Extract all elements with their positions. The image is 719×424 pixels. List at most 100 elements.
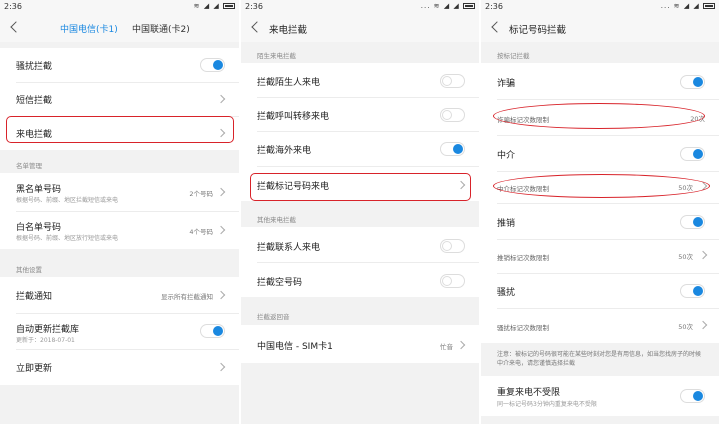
auto-update-toggle[interactable] bbox=[200, 324, 225, 338]
chevron-right-icon bbox=[217, 291, 225, 299]
block-stranger-row[interactable]: 拦截陌生人来电 bbox=[241, 63, 479, 97]
signal-icons: ≋ ◢ ◢ bbox=[193, 2, 220, 10]
section-header-other: 其他设置 bbox=[16, 266, 42, 274]
status-bar: 2:36 ... ≋ ◢ ◢ bbox=[481, 0, 719, 14]
sim-tone-label: 中国电信 - SIM卡1 bbox=[257, 342, 333, 352]
block-contacts-row[interactable]: 拦截联系人来电 bbox=[241, 227, 479, 262]
panel-call-block: 2:36 ... ≋ ◢ ◢ 来电拦截 陌生来电拦截 拦截陌生人来电 拦截呼叫转… bbox=[241, 0, 479, 424]
panel-marked-number-block: 2:36 ... ≋ ◢ ◢ 标记号码拦截 按标记拦截 诈骗 诈骗标记次数限制 … bbox=[481, 0, 719, 424]
auto-update-date: 更新于：2018-07-01 bbox=[16, 337, 75, 344]
repeat-call-toggle[interactable] bbox=[680, 389, 705, 403]
harass-block-label: 骚扰拦截 bbox=[16, 62, 53, 72]
highlight-ellipse bbox=[493, 174, 710, 198]
status-bar: 2:36 ≋ ◢ ◢ bbox=[0, 0, 239, 14]
block-empty-toggle[interactable] bbox=[440, 274, 465, 288]
page-title: 来电拦截 bbox=[269, 25, 308, 36]
whitelist-desc: 根据号码、前缀、地区放行短信或来电 bbox=[16, 235, 119, 242]
highlight-box bbox=[250, 173, 471, 201]
auto-update-row[interactable]: 自动更新拦截库 更新于：2018-07-01 bbox=[0, 313, 239, 349]
block-overseas-label: 拦截海外来电 bbox=[257, 146, 312, 156]
back-icon[interactable] bbox=[8, 20, 22, 34]
notify-value: 显示所有拦截通知 bbox=[161, 293, 213, 301]
block-overseas-row[interactable]: 拦截海外来电 bbox=[241, 131, 479, 166]
harass-toggle[interactable] bbox=[680, 284, 705, 298]
signal-icons: ... ≋ ◢ ◢ bbox=[420, 2, 460, 10]
status-icons: ... ≋ ◢ ◢ bbox=[421, 2, 475, 10]
highlight-box bbox=[6, 116, 234, 143]
panel-call-block-home: 2:36 ≋ ◢ ◢ 中国电信(卡1) 中国联通(卡2) 骚扰拦截 短信拦截 来… bbox=[0, 0, 239, 424]
harass-label: 骚扰 bbox=[497, 288, 516, 298]
tab-sim2[interactable]: 中国联通(卡2) bbox=[132, 22, 190, 35]
blacklist-count: 2个号码 bbox=[189, 190, 213, 198]
signal-icons: ... ≋ ◢ ◢ bbox=[660, 2, 700, 10]
block-contacts-toggle[interactable] bbox=[440, 239, 465, 253]
harass-block-row[interactable]: 骚扰拦截 bbox=[0, 48, 239, 82]
harass-row[interactable]: 骚扰 bbox=[481, 273, 719, 308]
status-time: 2:36 bbox=[4, 2, 22, 11]
page-title: 标记号码拦截 bbox=[509, 25, 567, 36]
promo-limit-label: 推销标记次数限制 bbox=[497, 254, 549, 262]
sim-tone-row[interactable]: 中国电信 - SIM卡1 忙音 bbox=[241, 325, 479, 363]
chevron-right-icon bbox=[217, 188, 225, 196]
harass-limit-value: 50次 bbox=[678, 323, 693, 331]
notify-row[interactable]: 拦截通知 显示所有拦截通知 bbox=[0, 277, 239, 313]
promo-limit-row[interactable]: 推销标记次数限制 50次 bbox=[481, 239, 719, 273]
title-bar: 标记号码拦截 bbox=[481, 14, 719, 42]
repeat-call-desc: 同一标记号码3分钟内重复来电不受限 bbox=[497, 401, 597, 408]
tab-sim1[interactable]: 中国电信(卡1) bbox=[60, 22, 118, 35]
battery-icon bbox=[223, 3, 235, 9]
whitelist-row[interactable]: 白名单号码 根据号码、前缀、地区放行短信或来电 4个号码 bbox=[0, 211, 239, 249]
update-now-label: 立即更新 bbox=[16, 364, 53, 374]
chevron-right-icon bbox=[457, 341, 465, 349]
harass-block-toggle[interactable] bbox=[200, 58, 225, 72]
chevron-right-icon bbox=[699, 321, 707, 329]
blacklist-row[interactable]: 黑名单号码 根据号码、前缀、地区拦截短信或来电 2个号码 bbox=[0, 173, 239, 211]
update-now-row[interactable]: 立即更新 bbox=[0, 349, 239, 385]
back-icon[interactable] bbox=[249, 20, 263, 34]
status-time: 2:36 bbox=[485, 2, 503, 11]
harass-limit-label: 骚扰标记次数限制 bbox=[497, 324, 549, 332]
status-icons: ≋ ◢ ◢ bbox=[194, 2, 235, 10]
blacklist-desc: 根据号码、前缀、地区拦截短信或来电 bbox=[16, 197, 119, 204]
sms-block-row[interactable]: 短信拦截 bbox=[0, 82, 239, 116]
repeat-call-label: 重复来电不受限 bbox=[497, 388, 561, 398]
block-stranger-label: 拦截陌生人来电 bbox=[257, 78, 321, 88]
promo-toggle[interactable] bbox=[680, 215, 705, 229]
auto-update-label: 自动更新拦截库 bbox=[16, 325, 80, 335]
status-icons: ... ≋ ◢ ◢ bbox=[661, 2, 715, 10]
back-icon[interactable] bbox=[489, 20, 503, 34]
title-bar: 中国电信(卡1) 中国联通(卡2) bbox=[0, 14, 239, 42]
section-header-list: 名单管理 bbox=[16, 162, 42, 170]
fraud-toggle[interactable] bbox=[680, 75, 705, 89]
status-bar: 2:36 ... ≋ ◢ ◢ bbox=[241, 0, 479, 14]
agent-label: 中介 bbox=[497, 151, 516, 161]
repeat-call-row[interactable]: 重复来电不受限 同一标记号码3分钟内重复来电不受限 bbox=[481, 376, 719, 416]
block-forward-toggle[interactable] bbox=[440, 108, 465, 122]
whitelist-count: 4个号码 bbox=[189, 228, 213, 236]
block-contacts-label: 拦截联系人来电 bbox=[257, 243, 321, 253]
block-empty-row[interactable]: 拦截空号码 bbox=[241, 262, 479, 297]
chevron-right-icon bbox=[217, 226, 225, 234]
battery-icon bbox=[703, 3, 715, 9]
chevron-right-icon bbox=[217, 95, 225, 103]
agent-toggle[interactable] bbox=[680, 147, 705, 161]
block-empty-label: 拦截空号码 bbox=[257, 278, 303, 288]
battery-icon bbox=[463, 3, 475, 9]
fraud-row[interactable]: 诈骗 bbox=[481, 63, 719, 99]
highlight-ellipse bbox=[493, 103, 705, 129]
promo-row[interactable]: 推销 bbox=[481, 203, 719, 239]
harass-limit-row[interactable]: 骚扰标记次数限制 50次 bbox=[481, 308, 719, 343]
block-stranger-toggle[interactable] bbox=[440, 74, 465, 88]
whitelist-label: 白名单号码 bbox=[16, 223, 62, 233]
section-header-stranger: 陌生来电拦截 bbox=[257, 52, 296, 60]
title-bar: 来电拦截 bbox=[241, 14, 479, 42]
block-forward-label: 拦截呼叫转移来电 bbox=[257, 112, 330, 122]
agent-row[interactable]: 中介 bbox=[481, 135, 719, 171]
fraud-label: 诈骗 bbox=[497, 79, 516, 89]
sms-block-label: 短信拦截 bbox=[16, 96, 53, 106]
promo-limit-value: 50次 bbox=[678, 253, 693, 261]
block-forward-row[interactable]: 拦截呼叫转移来电 bbox=[241, 97, 479, 131]
status-time: 2:36 bbox=[245, 2, 263, 11]
chevron-right-icon bbox=[217, 363, 225, 371]
block-overseas-toggle[interactable] bbox=[440, 142, 465, 156]
